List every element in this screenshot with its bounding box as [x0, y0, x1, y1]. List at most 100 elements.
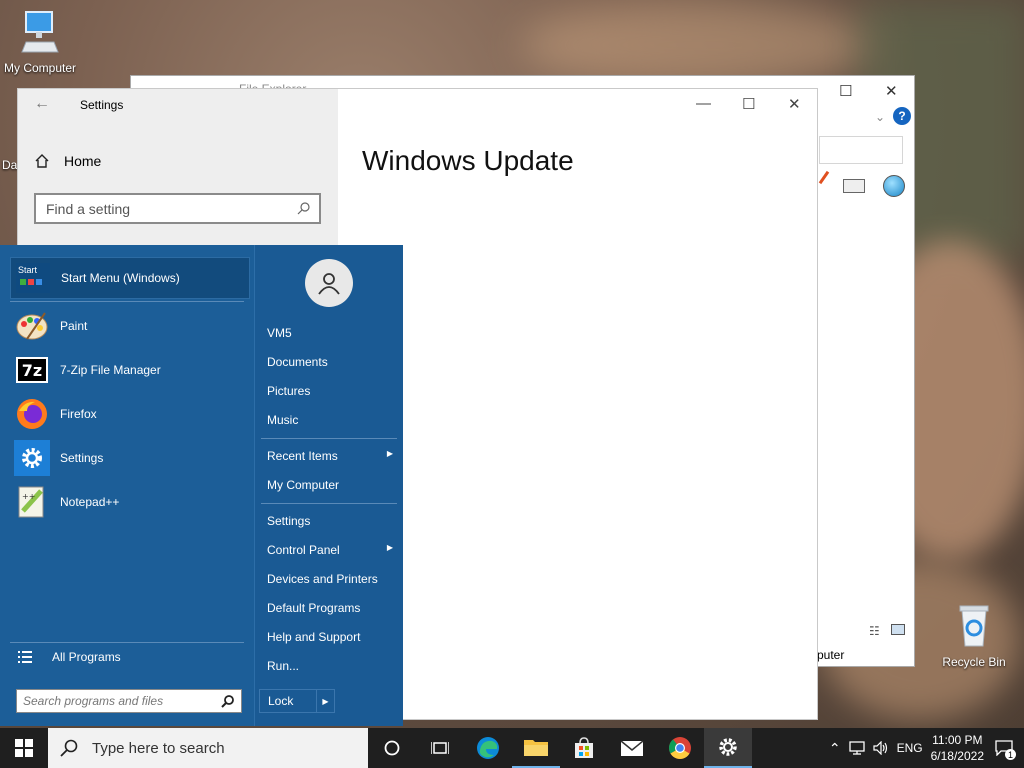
- mail-taskbar-button[interactable]: [608, 728, 656, 768]
- pinned-notepadpp[interactable]: ++ Notepad++: [10, 481, 250, 523]
- start-menu-right-column: VM5 Documents Pictures Music Recent Item…: [254, 245, 403, 726]
- all-programs-button[interactable]: All Programs: [18, 650, 121, 664]
- chevron-up-icon[interactable]: ⌃: [829, 740, 841, 757]
- cortana-circle-icon: [384, 740, 400, 756]
- pinned-label: Paint: [60, 319, 88, 333]
- gear-icon: [719, 738, 737, 756]
- taskbar-clock[interactable]: 11:00 PM 6/18/2022: [931, 732, 984, 764]
- back-arrow-icon[interactable]: ←: [34, 95, 50, 113]
- right-item-devices-printers[interactable]: Devices and Printers: [267, 572, 393, 586]
- page-title: Windows Update: [362, 145, 574, 176]
- windows-start-button[interactable]: [0, 728, 48, 768]
- start-menu-icon: Start: [15, 260, 51, 296]
- system-tray: ⌃ ENG 11:00 PM 6/18/2022 1: [829, 728, 1024, 768]
- settings-title: Settings: [80, 98, 124, 112]
- find-setting-input[interactable]: Find a setting: [34, 193, 321, 224]
- taskbar-search-box[interactable]: Type here to search: [48, 728, 368, 768]
- right-item-default-programs[interactable]: Default Programs: [267, 601, 393, 615]
- desktop-icon-recycle-bin[interactable]: Recycle Bin: [934, 602, 1014, 669]
- volume-icon[interactable]: [872, 741, 889, 755]
- pinned-7zip[interactable]: 7z 7-Zip File Manager: [10, 349, 250, 391]
- settings-taskbar-button[interactable]: [704, 728, 752, 768]
- lock-button[interactable]: Lock ▶: [259, 689, 335, 713]
- right-item-my-computer[interactable]: My Computer: [267, 478, 393, 492]
- search-icon: [60, 739, 78, 757]
- pinned-settings[interactable]: Settings: [10, 437, 250, 479]
- right-item-vm5[interactable]: VM5: [267, 326, 393, 340]
- firefox-icon: [14, 396, 50, 432]
- globe-icon[interactable]: [883, 175, 905, 197]
- home-label: Home: [64, 153, 102, 169]
- right-item-pictures[interactable]: Pictures: [267, 384, 393, 398]
- pinned-label: Settings: [60, 451, 104, 465]
- envelope-icon[interactable]: [843, 179, 865, 193]
- right-item-help-support[interactable]: Help and Support: [267, 630, 393, 644]
- close-button[interactable]: ✕: [788, 95, 801, 113]
- svg-text:++: ++: [22, 492, 35, 501]
- submenu-arrow-icon: ▶: [386, 449, 393, 458]
- right-item-run[interactable]: Run...: [267, 659, 393, 673]
- computer-icon: [0, 8, 80, 59]
- pinned-label: 7-Zip File Manager: [60, 363, 161, 377]
- language-indicator[interactable]: ENG: [897, 741, 923, 755]
- settings-home-link[interactable]: Home: [34, 153, 101, 169]
- maximize-button[interactable]: ☐: [742, 95, 755, 113]
- svg-text:Start: Start: [18, 265, 38, 275]
- right-item-control-panel[interactable]: Control Panel ▶: [267, 543, 393, 557]
- explorer-maximize-button[interactable]: ☐: [839, 82, 852, 100]
- mail-icon: [620, 740, 644, 756]
- help-icon[interactable]: ?: [893, 107, 911, 125]
- taskbar-search-placeholder: Type here to search: [92, 739, 225, 757]
- clock-date: 6/18/2022: [930, 749, 984, 763]
- notification-center-button[interactable]: 1: [992, 736, 1016, 760]
- desktop-icon-my-computer[interactable]: My Computer: [0, 8, 80, 75]
- draw-line-icon[interactable]: [818, 170, 830, 185]
- notepadpp-icon: ++: [14, 484, 50, 520]
- large-icons-view-icon[interactable]: [891, 624, 905, 635]
- task-view-button[interactable]: [416, 728, 464, 768]
- start-menu[interactable]: Start Start Menu (Windows) Paint 7z 7-Zi…: [0, 245, 403, 726]
- explorer-taskbar-button[interactable]: [512, 728, 560, 768]
- lock-options-arrow-icon[interactable]: ▶: [316, 690, 334, 712]
- desktop-icon-label: My Computer: [3, 61, 77, 75]
- minimize-button[interactable]: —: [696, 95, 711, 112]
- start-menu-left-column: Start Start Menu (Windows) Paint 7z 7-Zi…: [0, 245, 254, 726]
- divider: [261, 438, 397, 439]
- pinned-label: Notepad++: [60, 495, 120, 509]
- pinned-start-menu[interactable]: Start Start Menu (Windows): [10, 257, 250, 299]
- store-icon: [575, 737, 593, 758]
- paint-icon: [14, 308, 50, 344]
- pinned-label: Start Menu (Windows): [61, 271, 180, 285]
- store-taskbar-button[interactable]: [560, 728, 608, 768]
- explorer-address-bar[interactable]: [819, 136, 903, 164]
- explorer-close-button[interactable]: ✕: [885, 82, 898, 100]
- right-item-documents[interactable]: Documents: [267, 355, 393, 369]
- start-search-input[interactable]: Search programs and files: [16, 689, 242, 713]
- search-icon: [297, 202, 310, 215]
- folder-icon: [524, 740, 548, 756]
- user-avatar[interactable]: [305, 259, 353, 307]
- right-item-recent-items[interactable]: Recent Items ▶: [267, 449, 393, 463]
- gear-icon: [14, 440, 50, 476]
- pinned-label: Firefox: [60, 407, 97, 421]
- chrome-taskbar-button[interactable]: [656, 728, 704, 768]
- divider: [261, 503, 397, 504]
- pinned-paint[interactable]: Paint: [10, 305, 250, 347]
- explorer-status-text: puter: [817, 648, 845, 662]
- right-item-music[interactable]: Music: [267, 413, 393, 427]
- details-view-icon[interactable]: ☷: [869, 624, 880, 638]
- pinned-firefox[interactable]: Firefox: [10, 393, 250, 435]
- divider: [10, 642, 244, 643]
- notification-badge: 1: [1005, 749, 1016, 760]
- list-icon: [18, 651, 32, 663]
- divider: [10, 301, 244, 302]
- recycle-bin-icon: [934, 602, 1014, 653]
- search-icon: [221, 695, 234, 708]
- chevron-down-icon[interactable]: ⌄: [875, 110, 885, 124]
- clock-time: 11:00 PM: [932, 733, 983, 747]
- edge-taskbar-button[interactable]: [464, 728, 512, 768]
- right-item-settings[interactable]: Settings: [267, 514, 393, 528]
- windows-logo-icon: [15, 739, 33, 757]
- cortana-button[interactable]: [368, 728, 416, 768]
- network-icon[interactable]: [848, 741, 865, 755]
